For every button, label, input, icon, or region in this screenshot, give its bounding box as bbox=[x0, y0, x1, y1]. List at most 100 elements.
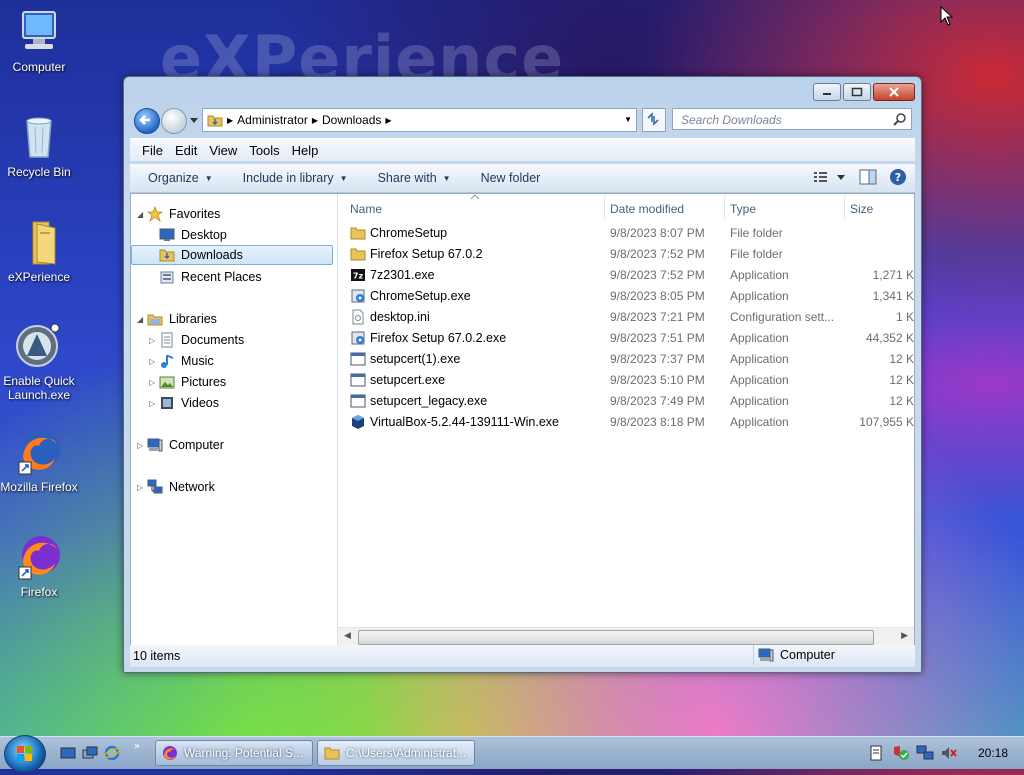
taskbar-button-explorer[interactable]: C:\Users\Administrat... bbox=[317, 740, 475, 766]
nav-network[interactable]: ▷ Network bbox=[137, 477, 215, 497]
quick-launch-overflow-icon[interactable]: » bbox=[134, 741, 140, 752]
nav-libraries[interactable]: ◢ Libraries bbox=[137, 309, 217, 329]
file-size: 12 K bbox=[889, 352, 914, 366]
collapsed-triangle-icon[interactable]: ▷ bbox=[149, 336, 159, 345]
videos-icon bbox=[161, 397, 173, 409]
include-in-library-button[interactable]: Include in library ▼ bbox=[243, 171, 348, 185]
collapsed-triangle-icon[interactable]: ▷ bbox=[149, 357, 159, 366]
search-input[interactable]: Search Downloads bbox=[672, 108, 912, 130]
folder-icon bbox=[350, 248, 366, 261]
file-type: Application bbox=[730, 394, 789, 408]
minimize-button[interactable] bbox=[813, 83, 841, 101]
file-row[interactable]: 7z 7z2301.exe 9/8/2023 7:52 PM Application 1… bbox=[338, 265, 914, 286]
breadcrumb-separator-icon[interactable]: ▶ bbox=[385, 116, 391, 125]
taskbar-clock[interactable]: 20:18 bbox=[978, 746, 1008, 760]
firefox-icon bbox=[18, 431, 60, 475]
menu-file[interactable]: File bbox=[142, 143, 163, 158]
nav-documents[interactable]: ▷ Documents bbox=[149, 330, 244, 350]
breadcrumb-separator-icon[interactable]: ▶ bbox=[312, 116, 318, 125]
scroll-left-icon[interactable]: ◀ bbox=[344, 631, 351, 641]
file-type: Application bbox=[730, 268, 789, 282]
file-date: 9/8/2023 5:10 PM bbox=[610, 373, 705, 387]
forward-button[interactable] bbox=[161, 108, 187, 134]
nav-computer[interactable]: ▷ Computer bbox=[137, 435, 224, 455]
expanded-triangle-icon[interactable]: ◢ bbox=[137, 315, 147, 324]
maximize-button[interactable] bbox=[843, 83, 871, 101]
nav-desktop[interactable]: Desktop bbox=[159, 225, 227, 245]
back-button[interactable] bbox=[134, 108, 160, 134]
nav-favorites[interactable]: ◢ Favorites bbox=[137, 204, 220, 224]
nav-pictures[interactable]: ▷ Pictures bbox=[149, 372, 226, 392]
menu-view[interactable]: View bbox=[209, 143, 237, 158]
share-with-button[interactable]: Share with ▼ bbox=[378, 171, 451, 185]
desktop-icon-recycle-bin[interactable]: Recycle Bin bbox=[0, 113, 78, 179]
breadcrumb-downloads[interactable]: Downloads bbox=[322, 113, 381, 127]
scroll-right-icon[interactable]: ▶ bbox=[901, 631, 908, 641]
column-header-date[interactable]: Date modified bbox=[610, 202, 684, 216]
switch-windows-icon[interactable] bbox=[82, 745, 98, 761]
desktop-icon-enable-quick-launch[interactable]: Enable Quick Launch.exe bbox=[0, 322, 78, 402]
file-row[interactable]: Firefox Setup 67.0.2 9/8/2023 7:52 PM File… bbox=[338, 244, 914, 265]
collapsed-triangle-icon[interactable]: ▷ bbox=[149, 399, 159, 408]
quick-launch-icon bbox=[16, 323, 60, 367]
collapsed-triangle-icon[interactable]: ▷ bbox=[137, 441, 147, 450]
show-desktop-icon[interactable] bbox=[60, 745, 76, 761]
taskbar-button-firefox[interactable]: Warning: Potential S... bbox=[155, 740, 313, 766]
column-separator[interactable] bbox=[604, 196, 605, 220]
column-separator[interactable] bbox=[844, 196, 845, 220]
recent-pages-dropdown-icon[interactable] bbox=[189, 115, 199, 125]
status-bar: 10 items Computer bbox=[130, 645, 915, 667]
nav-downloads[interactable]: Downloads bbox=[131, 245, 333, 265]
menu-edit[interactable]: Edit bbox=[175, 143, 197, 158]
file-row[interactable]: setupcert(1).exe 9/8/2023 7:37 PM Applicat… bbox=[338, 349, 914, 370]
desktop-icon-firefox[interactable]: Firefox bbox=[0, 533, 78, 599]
column-header-size[interactable]: Size bbox=[850, 202, 873, 216]
file-row[interactable]: Firefox Setup 67.0.2.exe 9/8/2023 7:51 PM… bbox=[338, 328, 914, 349]
file-row[interactable]: VirtualBox-5.2.44-139111-Win.exe 9/8/2023… bbox=[338, 412, 914, 433]
desktop-icon-mozilla-firefox[interactable]: Mozilla Firefox bbox=[0, 428, 78, 494]
address-bar[interactable]: ▶ Administrator ▶ Downloads ▶ ▼ bbox=[202, 108, 637, 132]
horizontal-scrollbar[interactable]: ◀ ▶ bbox=[338, 627, 914, 646]
scrollbar-thumb[interactable] bbox=[358, 630, 874, 645]
search-icon[interactable] bbox=[893, 112, 907, 126]
menu-tools[interactable]: Tools bbox=[249, 143, 279, 158]
svg-text:?: ? bbox=[895, 171, 901, 184]
nav-videos[interactable]: ▷ Videos bbox=[149, 393, 219, 413]
refresh-button[interactable] bbox=[642, 108, 666, 132]
file-row[interactable]: ChromeSetup 9/8/2023 8:07 PM File folder bbox=[338, 223, 914, 244]
internet-explorer-icon[interactable] bbox=[104, 745, 120, 761]
start-button[interactable] bbox=[4, 735, 46, 773]
close-button[interactable] bbox=[873, 83, 915, 101]
change-view-icon[interactable] bbox=[813, 169, 847, 185]
network-tray-icon[interactable] bbox=[916, 745, 934, 761]
nav-music[interactable]: ▷ Music bbox=[149, 351, 214, 371]
column-separator[interactable] bbox=[724, 196, 725, 220]
menu-help[interactable]: Help bbox=[292, 143, 319, 158]
volume-muted-icon[interactable] bbox=[940, 745, 958, 761]
breadcrumb-administrator[interactable]: Administrator bbox=[237, 113, 308, 127]
desktop-icon-experience[interactable]: eXPerience bbox=[0, 218, 78, 284]
collapsed-triangle-icon[interactable]: ▷ bbox=[137, 483, 147, 492]
preview-pane-icon[interactable] bbox=[859, 169, 877, 185]
file-size: 44,352 K bbox=[865, 331, 914, 345]
file-row[interactable]: setupcert_legacy.exe 9/8/2023 7:49 PM Appl… bbox=[338, 391, 914, 412]
app-icon bbox=[350, 373, 366, 387]
column-header-name[interactable]: Name bbox=[350, 202, 382, 216]
desktop-icon-computer[interactable]: Computer bbox=[0, 8, 78, 74]
file-type: Application bbox=[730, 331, 789, 345]
desktop-icon-label: Computer bbox=[12, 60, 66, 74]
organize-button[interactable]: Organize ▼ bbox=[148, 171, 213, 185]
mouse-cursor-icon bbox=[940, 6, 954, 26]
file-row[interactable]: setupcert.exe 9/8/2023 5:10 PM Application… bbox=[338, 370, 914, 391]
security-shield-icon[interactable] bbox=[892, 745, 910, 761]
file-row[interactable]: ChromeSetup.exe 9/8/2023 8:05 PM Applicati… bbox=[338, 286, 914, 307]
nav-recent-places[interactable]: Recent Places bbox=[159, 267, 262, 287]
file-row[interactable]: desktop.ini 9/8/2023 7:21 PM Configuration… bbox=[338, 307, 914, 328]
address-dropdown-icon[interactable]: ▼ bbox=[624, 115, 632, 124]
column-header-type[interactable]: Type bbox=[730, 202, 756, 216]
help-icon[interactable]: ? bbox=[889, 168, 907, 186]
expanded-triangle-icon[interactable]: ◢ bbox=[137, 210, 147, 219]
new-folder-button[interactable]: New folder bbox=[481, 171, 541, 185]
collapsed-triangle-icon[interactable]: ▷ bbox=[149, 378, 159, 387]
document-tray-icon[interactable] bbox=[868, 745, 884, 761]
